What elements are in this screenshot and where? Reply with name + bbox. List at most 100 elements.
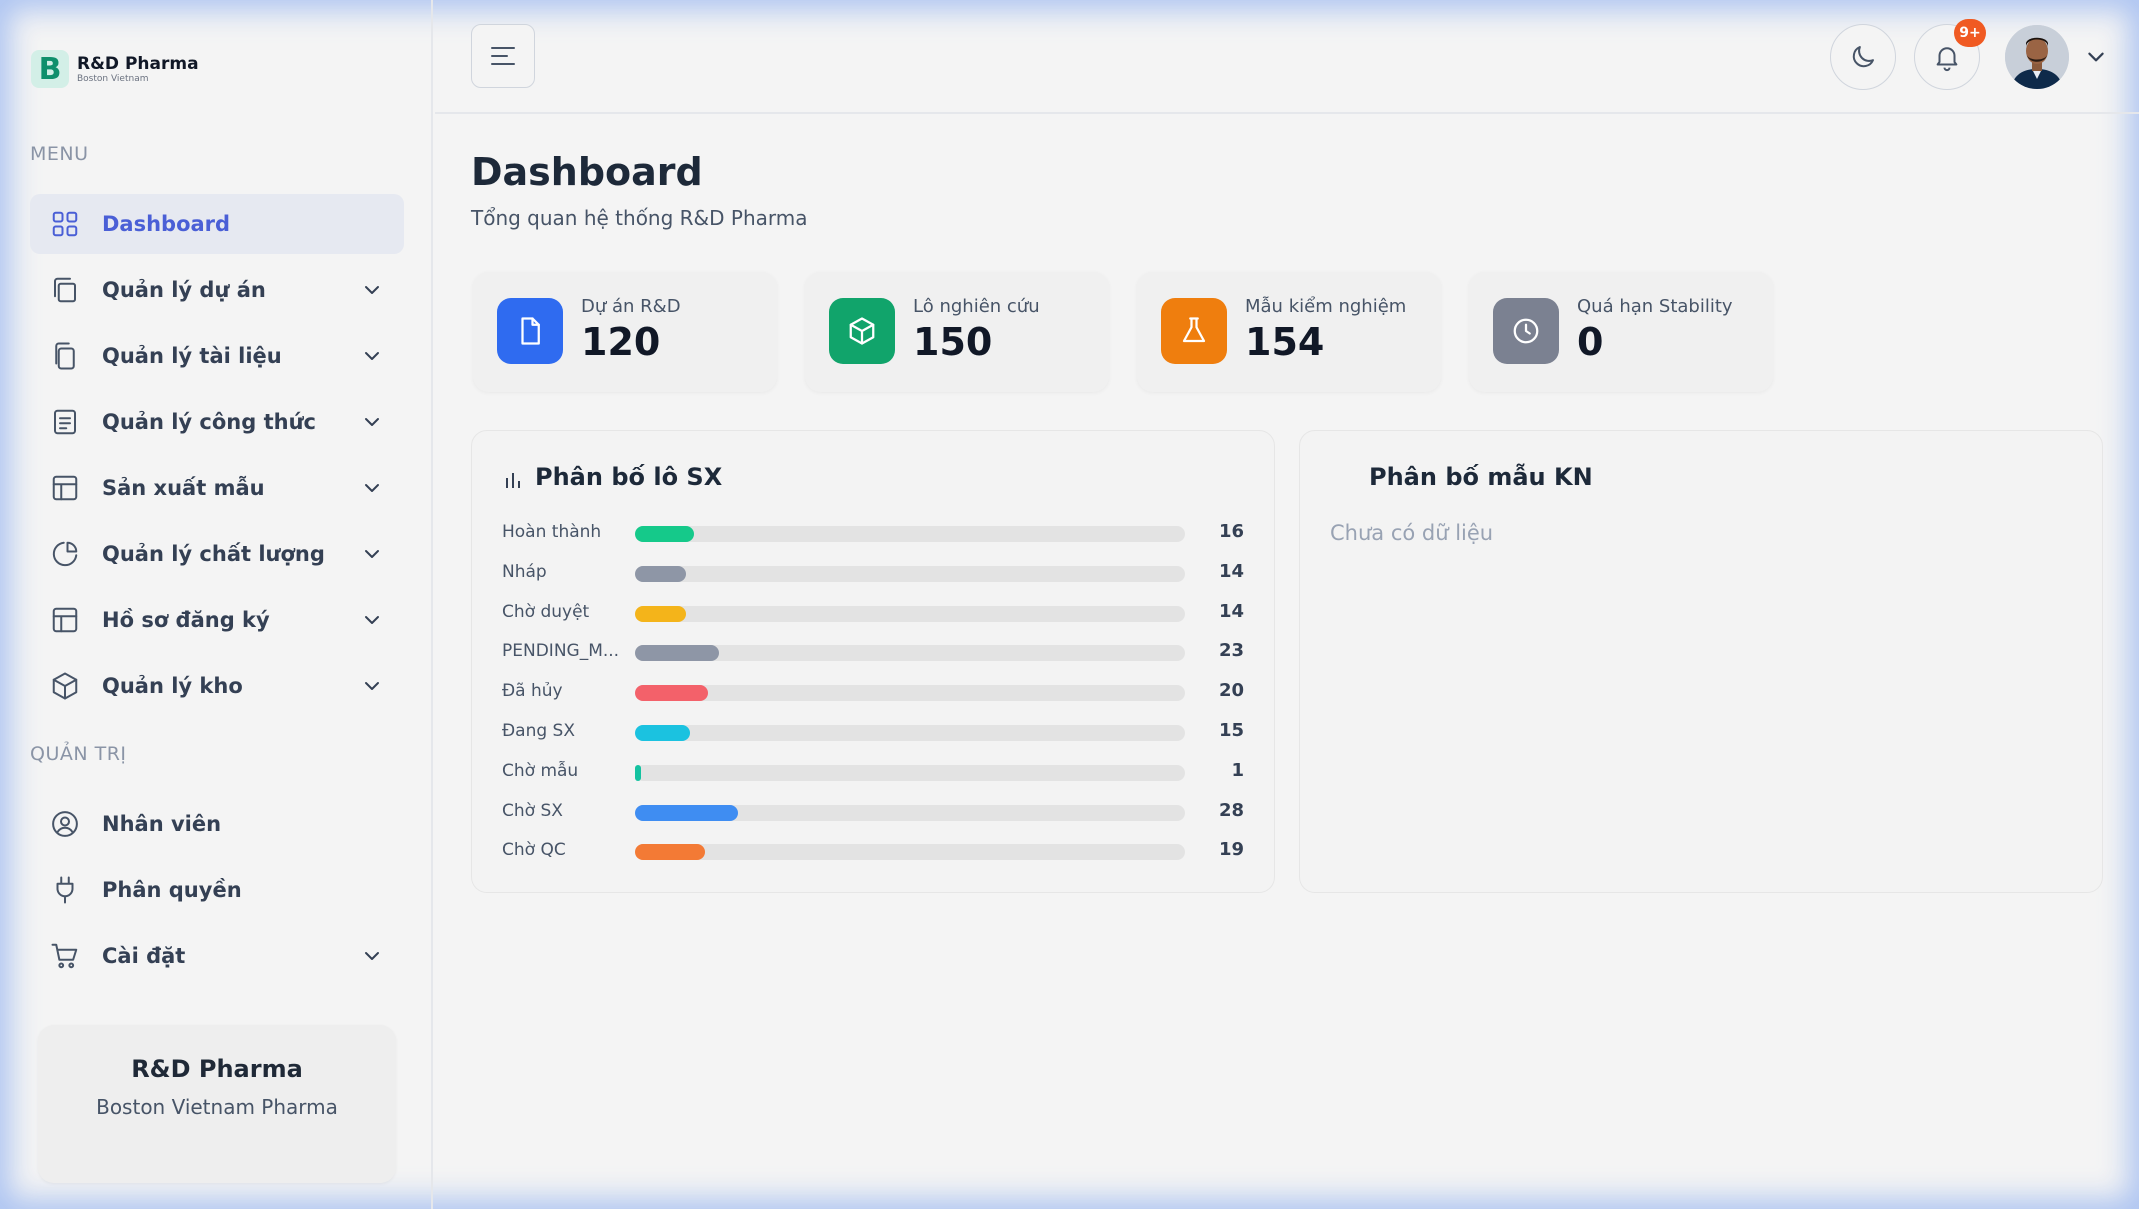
sidebar-item-nhan-vien[interactable]: Nhân viên xyxy=(30,794,404,854)
sidebar-item-san-xuat-mau[interactable]: Sản xuất mẫu xyxy=(30,458,404,518)
hamburger-icon xyxy=(491,47,515,65)
bar-value-label: 1 xyxy=(1231,759,1244,781)
stat-label: Lô nghiên cứu xyxy=(913,296,1040,317)
bar-fill xyxy=(635,526,694,542)
sidebar-item-quan-ly-kho[interactable]: Quản lý kho xyxy=(30,656,404,716)
stat-value: 154 xyxy=(1245,320,1325,364)
bar-row: Đang SX 15 xyxy=(502,717,1244,747)
sample-distribution-panel: Phân bố mẫu KN Chưa có dữ liệu xyxy=(1299,430,2103,893)
bell-icon xyxy=(1936,47,1958,72)
sidebar-item-label: Phân quyền xyxy=(102,878,242,902)
bar-value-label: 14 xyxy=(1218,560,1244,582)
bar-track xyxy=(635,526,1185,542)
grid-icon xyxy=(50,209,80,239)
cart-icon xyxy=(50,941,80,971)
bar-category-label: Nháp xyxy=(502,561,547,582)
bar-fill xyxy=(635,605,687,622)
bar-value-label: 19 xyxy=(1218,839,1244,861)
sidebar-item-label: Quản lý chất lượng xyxy=(102,542,325,566)
sample-panel-title: Phân bố mẫu KN xyxy=(1369,463,1593,491)
bar-track xyxy=(635,565,1185,582)
stat-card-mau-kiem-nghiem[interactable]: Mẫu kiểm nghiệm 154 xyxy=(1137,272,1441,392)
brand-logo[interactable]: B R&D Pharma Boston Vietnam xyxy=(31,50,199,88)
sidebar-item-quan-ly-tai-lieu[interactable]: Quản lý tài liệu xyxy=(30,326,404,386)
theme-toggle-button[interactable] xyxy=(1830,24,1896,90)
bar-row: Hoàn thành 16 xyxy=(502,518,1244,548)
bar-category-label: PENDING_M... xyxy=(502,641,620,662)
stat-card-lo-nghien-cuu[interactable]: Lô nghiên cứu 150 xyxy=(805,272,1109,392)
copy-icon xyxy=(50,341,80,371)
page-subtitle: Tổng quan hệ thống R&D Pharma xyxy=(471,206,808,230)
box-icon xyxy=(50,671,80,701)
chevron-down-icon[interactable] xyxy=(362,478,382,498)
stat-value: 120 xyxy=(581,320,661,364)
user-circle-icon xyxy=(50,809,80,839)
bar-category-label: Chờ SX xyxy=(502,800,563,821)
clock-icon xyxy=(1493,298,1559,364)
chevron-down-icon[interactable] xyxy=(362,346,382,366)
bar-category-label: Chờ mẫu xyxy=(502,760,579,781)
sidebar-item-label: Quản lý tài liệu xyxy=(102,344,282,368)
stat-card-du-an-r-d[interactable]: Dự án R&D 120 xyxy=(473,272,777,392)
menu-section-label: MENU xyxy=(30,143,89,165)
avatar-portrait-icon xyxy=(2005,25,2069,89)
bar-track xyxy=(635,844,1185,861)
stat-card-qua-han-stability[interactable]: Quá hạn Stability 0 xyxy=(1469,272,1773,392)
bar-value-label: 23 xyxy=(1218,640,1244,662)
layout-icon xyxy=(50,605,80,635)
flask-icon xyxy=(1161,298,1227,364)
sidebar-item-quan-ly-cong-thuc[interactable]: Quản lý công thức xyxy=(30,392,404,452)
bar-value-label: 15 xyxy=(1218,720,1244,741)
brand-title: R&D Pharma xyxy=(77,53,199,74)
bar-track xyxy=(635,725,1185,741)
chevron-down-icon[interactable] xyxy=(2085,46,2107,68)
bar-row: Chờ QC 19 xyxy=(502,836,1244,866)
brand-footer-card: R&D Pharma Boston Vietnam Pharma xyxy=(38,1025,396,1183)
bar-category-label: Chờ QC xyxy=(502,840,566,861)
sidebar-item-dashboard[interactable]: Dashboard xyxy=(30,194,404,254)
user-avatar[interactable] xyxy=(2005,25,2069,89)
sidebar: B R&D Pharma Boston Vietnam MENU Dashboa… xyxy=(0,0,433,1209)
bar-category-label: Đang SX xyxy=(502,721,575,741)
sidebar-item-label: Quản lý dự án xyxy=(102,278,266,302)
bar-fill xyxy=(635,844,705,861)
bar-category-label: Đã hủy xyxy=(502,681,563,702)
logo-mark: B xyxy=(31,50,69,88)
chevron-down-icon[interactable] xyxy=(362,946,382,966)
sidebar-item-cai-dat[interactable]: Cài đặt xyxy=(30,926,404,986)
chevron-down-icon[interactable] xyxy=(362,280,382,300)
menu-toggle-button[interactable] xyxy=(471,24,535,88)
bar-row: Đã hủy 20 xyxy=(502,677,1244,707)
empty-state-text: Chưa có dữ liệu xyxy=(1330,521,1494,545)
bar-fill xyxy=(635,764,641,781)
bar-category-label: Hoàn thành xyxy=(502,522,602,542)
chevron-down-icon[interactable] xyxy=(362,412,382,432)
admin-section-label: QUẢN TRỊ xyxy=(30,743,127,765)
bar-value-label: 16 xyxy=(1218,521,1244,542)
chevron-down-icon[interactable] xyxy=(362,676,382,696)
notification-badge: 9+ xyxy=(1954,19,1986,47)
sidebar-item-quan-ly-chat-luong[interactable]: Quản lý chất lượng xyxy=(30,524,404,584)
cube-icon xyxy=(829,298,895,364)
sidebar-item-phan-quyen[interactable]: Phân quyền xyxy=(30,860,404,920)
layers-icon xyxy=(50,275,80,305)
sidebar-item-quan-ly-du-an[interactable]: Quản lý dự án xyxy=(30,260,404,320)
footer-card-title: R&D Pharma xyxy=(131,1055,303,1083)
app-window: B R&D Pharma Boston Vietnam MENU Dashboa… xyxy=(0,0,2139,1209)
sidebar-item-label: Sản xuất mẫu xyxy=(102,476,265,500)
file-icon xyxy=(497,298,563,364)
chevron-down-icon[interactable] xyxy=(362,610,382,630)
sidebar-item-ho-so-dang-ky[interactable]: Hồ sơ đăng ký xyxy=(30,590,404,650)
bar-value-label: 14 xyxy=(1218,600,1244,622)
stat-label: Dự án R&D xyxy=(581,296,681,317)
plug-icon xyxy=(50,875,80,905)
bar-fill xyxy=(635,725,690,741)
sidebar-item-label: Cài đặt xyxy=(102,944,186,968)
stat-value: 0 xyxy=(1577,320,1604,364)
chevron-down-icon[interactable] xyxy=(362,544,382,564)
document-lines-icon xyxy=(50,407,80,437)
brand-subtitle: Boston Vietnam xyxy=(77,73,149,84)
bar-fill xyxy=(635,645,720,662)
bar-track xyxy=(635,764,1185,781)
bar-track xyxy=(635,804,1185,821)
